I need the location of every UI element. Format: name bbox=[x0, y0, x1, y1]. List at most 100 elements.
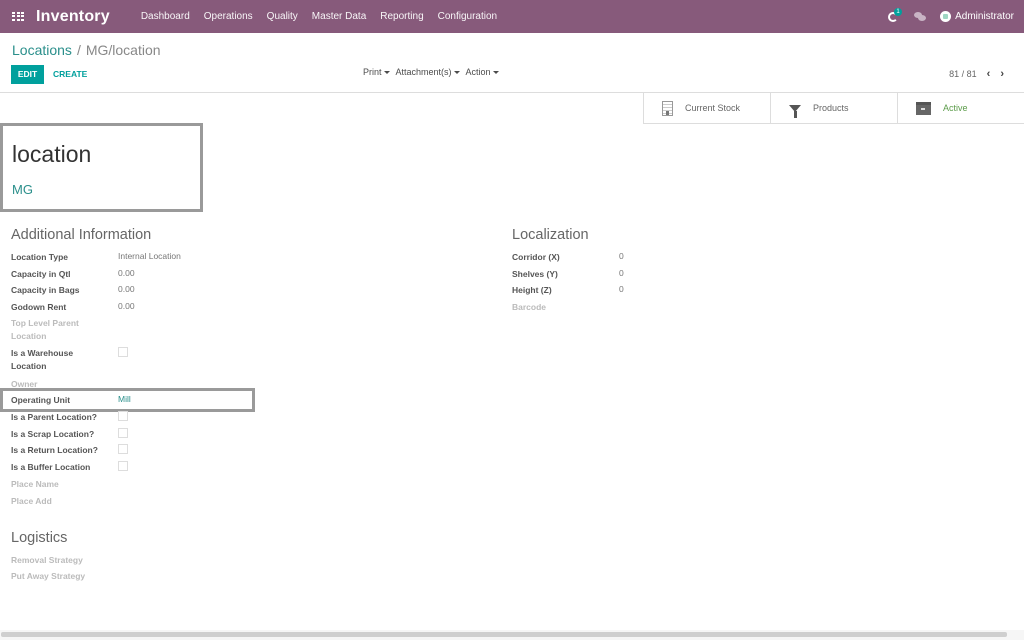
menu-quality[interactable]: Quality bbox=[260, 11, 305, 22]
field-value: 0.00 bbox=[118, 301, 135, 311]
smart-button-box: Current Stock Products Active bbox=[643, 92, 1024, 124]
is-return-checkbox[interactable] bbox=[118, 444, 128, 454]
user-menu[interactable]: Administrator bbox=[940, 11, 1014, 22]
menu-configuration[interactable]: Configuration bbox=[431, 11, 504, 22]
record-parent-link[interactable]: MG bbox=[12, 182, 33, 197]
field-label: Removal Strategy bbox=[11, 555, 83, 565]
field-value: 0 bbox=[619, 251, 624, 261]
pager: 81 / 81 ‹ › bbox=[949, 68, 1004, 80]
apps-grid-icon[interactable] bbox=[12, 11, 24, 22]
archive-icon bbox=[916, 101, 931, 115]
chat-icon[interactable] bbox=[914, 12, 927, 21]
field-label: Put Away Strategy bbox=[11, 571, 86, 581]
current-stock-label: Current Stock bbox=[685, 103, 741, 113]
print-label: Print bbox=[363, 67, 382, 77]
products-button[interactable]: Products bbox=[770, 92, 897, 124]
horizontal-scrollbar[interactable] bbox=[1, 632, 1007, 637]
field-value: 0.00 bbox=[118, 268, 135, 278]
localization-title: Localization bbox=[512, 227, 589, 243]
is-parent-checkbox[interactable] bbox=[118, 411, 128, 421]
field-value: Internal Location bbox=[118, 251, 181, 261]
field-is-return: Is a Return Location? bbox=[11, 444, 128, 457]
current-stock-button[interactable]: Current Stock bbox=[643, 92, 770, 124]
edit-button[interactable]: EDIT bbox=[11, 65, 44, 84]
breadcrumb-locations[interactable]: Locations bbox=[12, 42, 72, 58]
field-place-name: Place Name bbox=[11, 478, 118, 491]
field-label: Is a Warehouse Location bbox=[11, 348, 74, 371]
action-dropdowns: Print Attachment(s) Action bbox=[363, 67, 499, 77]
field-capacity-qtl: Capacity in Qtl 0.00 bbox=[11, 268, 135, 281]
field-location-type: Location Type Internal Location bbox=[11, 251, 181, 264]
field-label: Place Name bbox=[11, 479, 59, 489]
action-dropdown[interactable]: Action bbox=[466, 67, 499, 77]
field-label: Barcode bbox=[512, 302, 547, 312]
products-label: Products bbox=[813, 103, 849, 113]
field-label: Corridor (X) bbox=[512, 252, 560, 262]
user-name: Administrator bbox=[955, 11, 1014, 22]
caret-down-icon bbox=[492, 70, 499, 74]
menu-master-data[interactable]: Master Data bbox=[305, 11, 373, 22]
filter-icon bbox=[789, 104, 801, 118]
field-corridor: Corridor (X) 0 bbox=[512, 251, 624, 264]
record-name: location bbox=[12, 141, 92, 167]
is-buffer-checkbox[interactable] bbox=[118, 461, 128, 471]
field-label: Operating Unit bbox=[11, 395, 71, 405]
avatar bbox=[940, 11, 952, 22]
logistics-title: Logistics bbox=[11, 530, 68, 546]
field-is-scrap: Is a Scrap Location? bbox=[11, 428, 128, 441]
field-place-add: Place Add bbox=[11, 495, 118, 508]
field-is-buffer: Is a Buffer Location bbox=[11, 461, 128, 474]
app-title[interactable]: Inventory bbox=[36, 8, 110, 26]
navbar-systray: 1 Administrator bbox=[888, 0, 1014, 33]
field-label: Is a Return Location? bbox=[11, 445, 98, 455]
field-label: Top Level Parent Location bbox=[11, 318, 79, 341]
field-value: 0 bbox=[619, 284, 624, 294]
field-capacity-bags: Capacity in Bags 0.00 bbox=[11, 284, 135, 297]
pager-value[interactable]: 81 / 81 bbox=[949, 69, 977, 79]
top-navbar: Inventory Dashboard Operations Quality M… bbox=[0, 0, 1024, 33]
field-operating-unit: Operating Unit Mill bbox=[11, 394, 131, 407]
attachments-dropdown[interactable]: Attachment(s) bbox=[396, 67, 460, 77]
attachments-label: Attachment(s) bbox=[395, 67, 452, 77]
is-scrap-checkbox[interactable] bbox=[118, 428, 128, 438]
main-menu: Dashboard Operations Quality Master Data… bbox=[134, 11, 504, 22]
field-godown-rent: Godown Rent 0.00 bbox=[11, 301, 135, 314]
active-toggle-button[interactable]: Active bbox=[897, 92, 1024, 124]
field-label: Capacity in Bags bbox=[11, 285, 80, 295]
caret-down-icon bbox=[383, 70, 390, 74]
field-label: Is a Parent Location? bbox=[11, 412, 97, 422]
breadcrumb-separator: / bbox=[76, 42, 81, 58]
field-label: Location Type bbox=[11, 252, 68, 262]
field-height: Height (Z) 0 bbox=[512, 284, 624, 297]
menu-dashboard[interactable]: Dashboard bbox=[134, 11, 197, 22]
menu-operations[interactable]: Operations bbox=[197, 11, 260, 22]
operating-unit-link[interactable]: Mill bbox=[118, 394, 131, 407]
breadcrumb: Locations / MG/location bbox=[12, 42, 161, 58]
create-button[interactable]: CREATE bbox=[53, 65, 87, 84]
field-put-away-strategy: Put Away Strategy bbox=[11, 570, 118, 583]
field-label: Place Add bbox=[11, 496, 52, 506]
is-warehouse-checkbox[interactable] bbox=[118, 347, 128, 357]
field-is-parent: Is a Parent Location? bbox=[11, 411, 128, 424]
breadcrumb-current: MG/location bbox=[85, 42, 161, 58]
chevron-right-icon[interactable]: › bbox=[1000, 68, 1004, 80]
field-removal-strategy: Removal Strategy bbox=[11, 554, 118, 567]
field-shelves: Shelves (Y) 0 bbox=[512, 268, 624, 281]
field-label: Height (Z) bbox=[512, 285, 552, 295]
menu-reporting[interactable]: Reporting bbox=[373, 11, 430, 22]
field-label: Shelves (Y) bbox=[512, 269, 558, 279]
additional-information-title: Additional Information bbox=[11, 227, 152, 243]
field-label: Capacity in Qtl bbox=[11, 269, 71, 279]
activity-button[interactable]: 1 bbox=[888, 7, 903, 23]
field-value: 0 bbox=[619, 268, 624, 278]
active-label: Active bbox=[943, 103, 968, 113]
field-barcode: Barcode bbox=[512, 301, 619, 314]
field-top-level-parent: Top Level Parent Location bbox=[11, 317, 91, 343]
building-icon bbox=[662, 100, 673, 116]
chevron-left-icon[interactable]: ‹ bbox=[987, 68, 991, 80]
field-label: Is a Scrap Location? bbox=[11, 429, 95, 439]
print-dropdown[interactable]: Print bbox=[363, 67, 390, 77]
field-label: Godown Rent bbox=[11, 302, 67, 312]
field-label: Is a Buffer Location bbox=[11, 462, 91, 472]
caret-down-icon bbox=[453, 70, 460, 74]
